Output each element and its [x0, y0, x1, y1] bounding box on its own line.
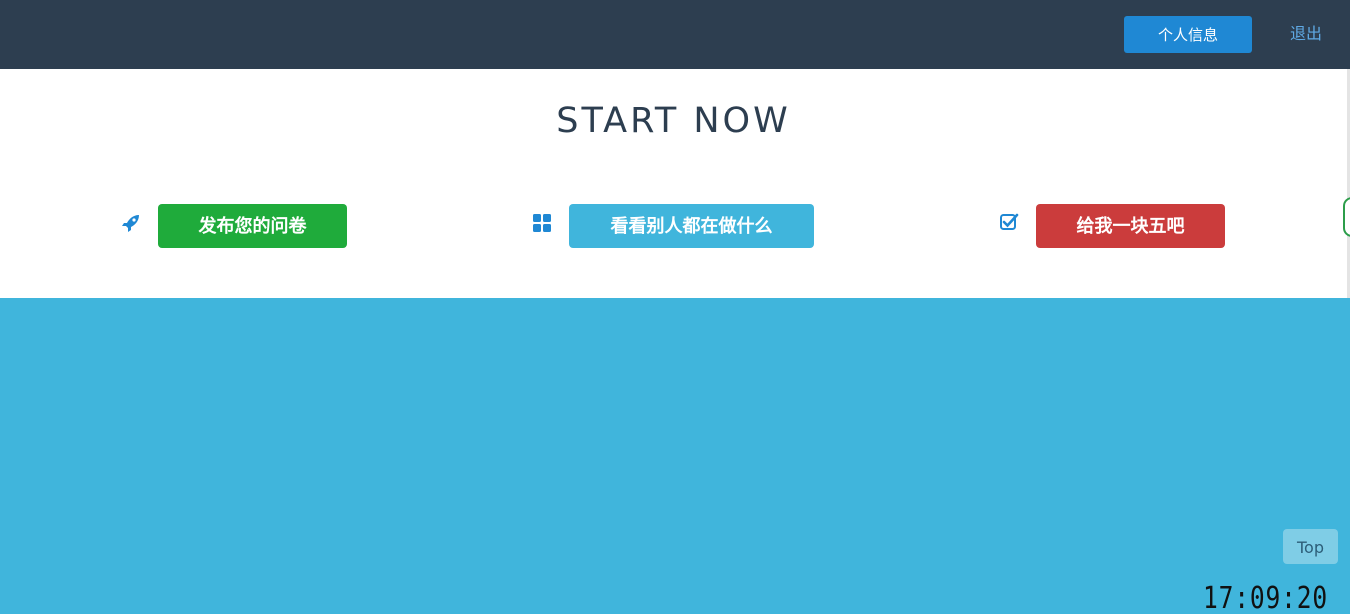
page: 个人信息 退出 START NOW 发布您的问卷 看看别人都在做什么 给我一块五…: [0, 0, 1350, 614]
browse-others-button[interactable]: 看看别人都在做什么: [569, 204, 814, 248]
hero-section: START NOW 发布您的问卷 看看别人都在做什么 给我一块五吧: [0, 69, 1347, 298]
logout-link[interactable]: 退出: [1290, 22, 1322, 46]
checkbox-icon: [999, 212, 1019, 232]
donate-button[interactable]: 给我一块五吧: [1036, 204, 1225, 248]
rocket-icon: [121, 213, 141, 233]
grid-icon: [532, 213, 552, 233]
clock-display: 17:09:20: [1203, 581, 1329, 614]
top-navbar: 个人信息 退出: [0, 0, 1350, 69]
hero-title: START NOW: [556, 101, 791, 141]
back-to-top-button[interactable]: Top: [1283, 529, 1338, 564]
profile-button[interactable]: 个人信息: [1124, 16, 1252, 53]
side-widget-icon[interactable]: [1343, 197, 1350, 237]
publish-survey-button[interactable]: 发布您的问卷: [158, 204, 347, 248]
lower-section: [0, 298, 1350, 614]
